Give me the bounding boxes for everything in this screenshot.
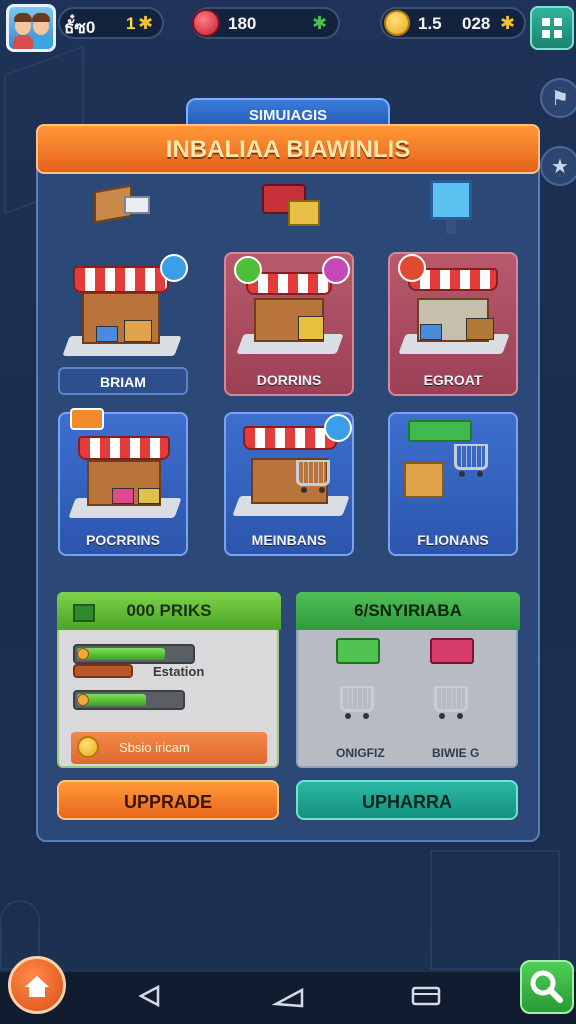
sign-badge [70, 408, 104, 430]
sign-icon [408, 420, 472, 442]
shop-illustration [68, 418, 182, 518]
shop-label: EGROAT [423, 372, 483, 388]
grid-menu-button[interactable] [530, 6, 574, 50]
gems-pill[interactable]: 180 ✱ [192, 7, 340, 39]
avatar-body [13, 35, 33, 49]
upgrade-button-left[interactable]: UPPRADE [57, 780, 279, 820]
box-icon [73, 604, 95, 622]
item-label: ONIGFIZ [336, 746, 385, 760]
gem-icon [192, 9, 220, 37]
shop-label: FLIONANS [417, 532, 489, 548]
package-icon [430, 638, 474, 664]
grid-menu-icon [540, 16, 564, 40]
back-triangle-icon[interactable] [136, 984, 164, 1008]
shop-card[interactable]: EGROAT [388, 252, 518, 396]
alert-badge [398, 254, 426, 282]
box-icon [404, 462, 444, 498]
upgrade-button-right[interactable]: UPHARRA [296, 780, 518, 820]
side-star-button[interactable]: ★ [540, 146, 576, 186]
coin-icon [77, 736, 99, 758]
player-avatar[interactable] [6, 4, 56, 52]
info-badge[interactable] [160, 254, 188, 282]
cart-icon [434, 686, 468, 719]
home-nav-icon[interactable] [272, 984, 306, 1010]
bar-label: Estation [153, 664, 205, 679]
home-icon [25, 976, 49, 997]
flag-icon: ⚑ [551, 87, 569, 110]
cart-icon [340, 686, 374, 719]
panel-title: INBALIAA BIAWINLIS [36, 124, 540, 174]
stat-value: 028 [462, 14, 491, 33]
shop-card[interactable]: DORRINS [224, 252, 354, 396]
item-label: BIWIE G [432, 746, 480, 760]
monitor-icon [430, 180, 476, 242]
shop-card[interactable]: MEINBANS [224, 412, 354, 556]
package-icon [336, 638, 380, 664]
package-icon [262, 180, 328, 236]
progress-bar [73, 690, 185, 710]
stat-extra: 1 [126, 14, 136, 33]
stat-pill[interactable]: ธั๋ซ0 1 ✱ [58, 7, 164, 39]
secondary-bar [73, 664, 133, 678]
shop-card[interactable]: FLIONANS [388, 412, 518, 556]
home-button[interactable] [8, 956, 66, 1014]
gems-value: 180 [228, 14, 257, 33]
shop-label: DORRINS [256, 372, 322, 388]
coins-pill[interactable]: 1.5 028 ✱ [380, 7, 526, 39]
coins-value: 1.5 [418, 14, 442, 33]
shop-label: POCRRINS [86, 532, 160, 548]
income-box: 000 PRIKS Estation Sbsio iricam [57, 592, 281, 768]
reward-strip[interactable]: Sbsio iricam [71, 732, 267, 764]
progress-bar [73, 644, 195, 664]
progress-fill [77, 648, 166, 660]
chat-badge [324, 414, 352, 442]
progress-knob [77, 648, 89, 660]
coin-icon [384, 10, 410, 36]
puzzle-icon: ✱ [138, 13, 154, 33]
background-building [430, 850, 560, 970]
avatar-body [33, 35, 53, 49]
star-icon: ★ [551, 155, 569, 178]
recents-icon[interactable] [410, 984, 442, 1008]
stat-value: ธั๋ซ0 [64, 18, 96, 37]
shop-label: BRIAM [58, 367, 188, 395]
progress-knob [77, 694, 89, 706]
shop-card[interactable]: POCRRINS [58, 408, 188, 556]
shop-label: MEINBANS [251, 532, 327, 548]
reward-text: Sbsio iricam [119, 740, 190, 755]
check-badge [234, 256, 262, 284]
avatar-hair [14, 13, 32, 22]
search-button[interactable] [520, 960, 574, 1014]
delivery-box-icon [94, 178, 154, 226]
avatar-hair [32, 13, 50, 22]
upgrade-items-title: 6/SNYIRIABA [296, 592, 520, 630]
puzzle-icon: ✱ [500, 13, 516, 33]
top-hud: ธั๋ซ0 1 ✱ 180 ✱ 1.5 028 ✱ [0, 0, 576, 52]
tag-badge [322, 256, 350, 284]
cart-icon [454, 444, 488, 477]
magnifier-icon [530, 970, 563, 1003]
upgrade-items-box: 6/SNYIRIABA ONIGFIZ BIWIE G [296, 592, 520, 768]
puzzle-icon: ✱ [312, 13, 328, 33]
side-flag-button[interactable]: ⚑ [540, 78, 576, 118]
